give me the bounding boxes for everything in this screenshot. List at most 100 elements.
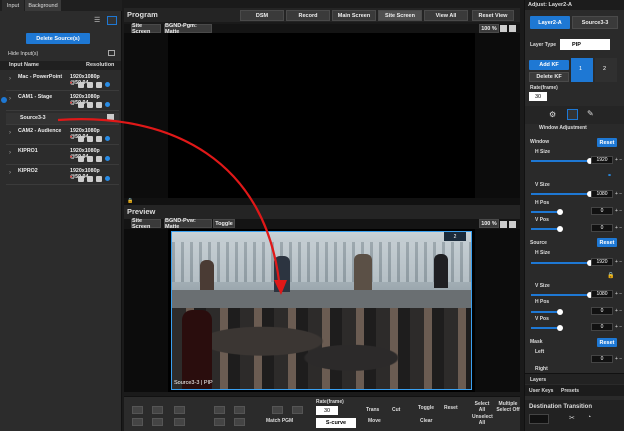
destination-transition-label: Destination Transition [529,404,593,410]
mask-reset-button[interactable]: Reset [597,338,617,347]
window-adjustment-label: Window Adjustment [539,125,587,131]
reset-button[interactable]: Reset [444,405,458,411]
tab-user-keys[interactable]: User Keys [529,388,553,394]
src-v-size-label: V Size [535,283,550,289]
v-pos-input[interactable]: 0 [591,224,613,232]
align-left-button[interactable] [132,406,143,414]
select-all-button[interactable]: Select All [474,401,490,413]
h-pos-label: H Pos [535,200,550,206]
mask-left-stepper[interactable]: + − [615,356,622,362]
rate-label: Rate(frame) [530,85,558,91]
h-pos-slider[interactable] [531,209,563,215]
clear-button[interactable]: Clear [420,418,433,424]
adjust-header: Adjust: Layer2-A [525,0,624,10]
size-fit-button[interactable] [272,406,283,414]
distribute-left-button[interactable] [132,418,143,426]
destination-transition-panel: Destination Transition ✂ ◔ [525,400,624,431]
adjust-panel: Adjust: Layer2-A Layer2-A Source3-3 Laye… [524,0,624,431]
src-h-pos-stepper[interactable]: + − [615,308,622,314]
src-v-size-stepper[interactable]: + − [615,291,622,297]
layer-tab-layer2a[interactable]: Layer2-A [530,16,570,29]
trans-button[interactable]: Trans [366,407,379,413]
size-fill-button[interactable] [292,406,303,414]
tab-presets[interactable]: Presets [561,388,579,394]
user-keys-tab-strip: User Keys Presets [525,385,624,396]
src-h-pos-label: H Pos [535,299,550,305]
source-reset-button[interactable]: Reset [597,238,617,247]
arrow-path [57,118,282,291]
h-pos-stepper[interactable]: + − [615,208,622,214]
move-down-button[interactable] [214,418,225,426]
v-size-label: V Size [535,182,550,188]
src-h-size-input[interactable]: 1920 [591,258,613,266]
move-bottom-button[interactable] [234,418,245,426]
window-section-label: Window [530,139,550,145]
multiple-select-button[interactable]: Multiple Select Off [496,401,520,413]
arrow-head [274,280,287,295]
adjust-title: Adjust: Layer2-A [528,2,573,8]
window-adjust-icon[interactable] [567,109,578,120]
h-size-slider[interactable] [531,158,593,164]
src-v-pos-stepper[interactable]: + − [615,324,622,330]
layer-type-select[interactable]: PIP [560,39,610,50]
delete-kf-button[interactable]: Delete KF [529,72,569,82]
window-reset-button[interactable]: Reset [597,138,617,147]
rate-input[interactable]: 30 [529,92,547,101]
mask-left-label: Left [535,349,545,355]
match-pgm-button[interactable]: Match PGM [266,418,293,424]
src-v-pos-input[interactable]: 0 [591,323,613,331]
v-pos-label: V Pos [535,217,549,223]
add-kf-button[interactable]: Add KF [529,60,569,70]
src-v-pos-slider[interactable] [531,325,563,331]
easing-select[interactable]: S-curve [316,418,356,428]
keyframe-2-number: 2 [603,66,607,72]
h-pos-input[interactable]: 0 [591,207,613,215]
keyframe-1-tile[interactable]: 1 [571,58,593,82]
tab-layers[interactable]: Layers [530,377,546,383]
source-section-label: Source [530,240,547,246]
gear-icon[interactable]: ⚙ [549,110,556,119]
src-h-pos-slider[interactable] [531,309,563,315]
cut-button[interactable]: Cut [392,407,400,413]
dest-transition-rate-input[interactable] [529,414,549,424]
src-h-size-stepper[interactable]: + − [615,259,622,265]
layer-type-label: Layer Type [530,42,557,48]
src-v-pos-label: V Pos [535,316,549,322]
v-size-stepper[interactable]: + − [615,191,622,197]
v-pos-slider[interactable] [531,226,563,232]
src-link-icon[interactable]: 🔒 [607,272,614,279]
v-pos-stepper[interactable]: + − [615,225,622,231]
v-size-slider[interactable] [531,191,593,197]
mask-section-label: Mask [530,339,543,345]
h-size-input[interactable]: 1920 [591,156,613,164]
layer-tab-source[interactable]: Source3-3 [572,16,618,29]
transition-icon[interactable]: ✂ [569,414,575,422]
h-size-stepper[interactable]: + − [615,157,622,163]
unselect-all-button[interactable]: Unselect All [472,414,493,426]
fade-icon[interactable]: ◔ [587,414,591,421]
align-center-button[interactable] [152,406,163,414]
keyframe-2-tile[interactable]: 2 [595,58,617,82]
move-top-button[interactable] [234,406,245,414]
src-h-size-slider[interactable] [531,260,593,266]
brush-icon[interactable]: ✎ [587,109,594,118]
src-v-size-slider[interactable] [531,292,593,298]
distribute-center-button[interactable] [152,418,163,426]
link-icon[interactable]: ⚭ [607,172,612,179]
move-up-button[interactable] [214,406,225,414]
bottom-rate-label: Rate(frame) [316,399,344,405]
bottom-rate-input[interactable]: 30 [316,406,338,415]
v-size-input[interactable]: 1080 [591,190,613,198]
mask-left-input[interactable]: 0 [591,355,613,363]
h-size-label: H Size [535,149,551,155]
adjust-tool-strip: ⚙ ✎ [525,106,624,124]
align-right-button[interactable] [174,406,185,414]
src-h-pos-input[interactable]: 0 [591,307,613,315]
src-h-size-label: H Size [535,250,551,256]
src-v-size-input[interactable]: 1080 [591,290,613,298]
distribute-right-button[interactable] [174,418,185,426]
toggle-button[interactable]: Toggle [418,405,434,411]
mask-right-label: Right [535,366,548,372]
move-button[interactable]: Move [368,418,381,424]
keyframe-1-number: 1 [579,66,583,72]
